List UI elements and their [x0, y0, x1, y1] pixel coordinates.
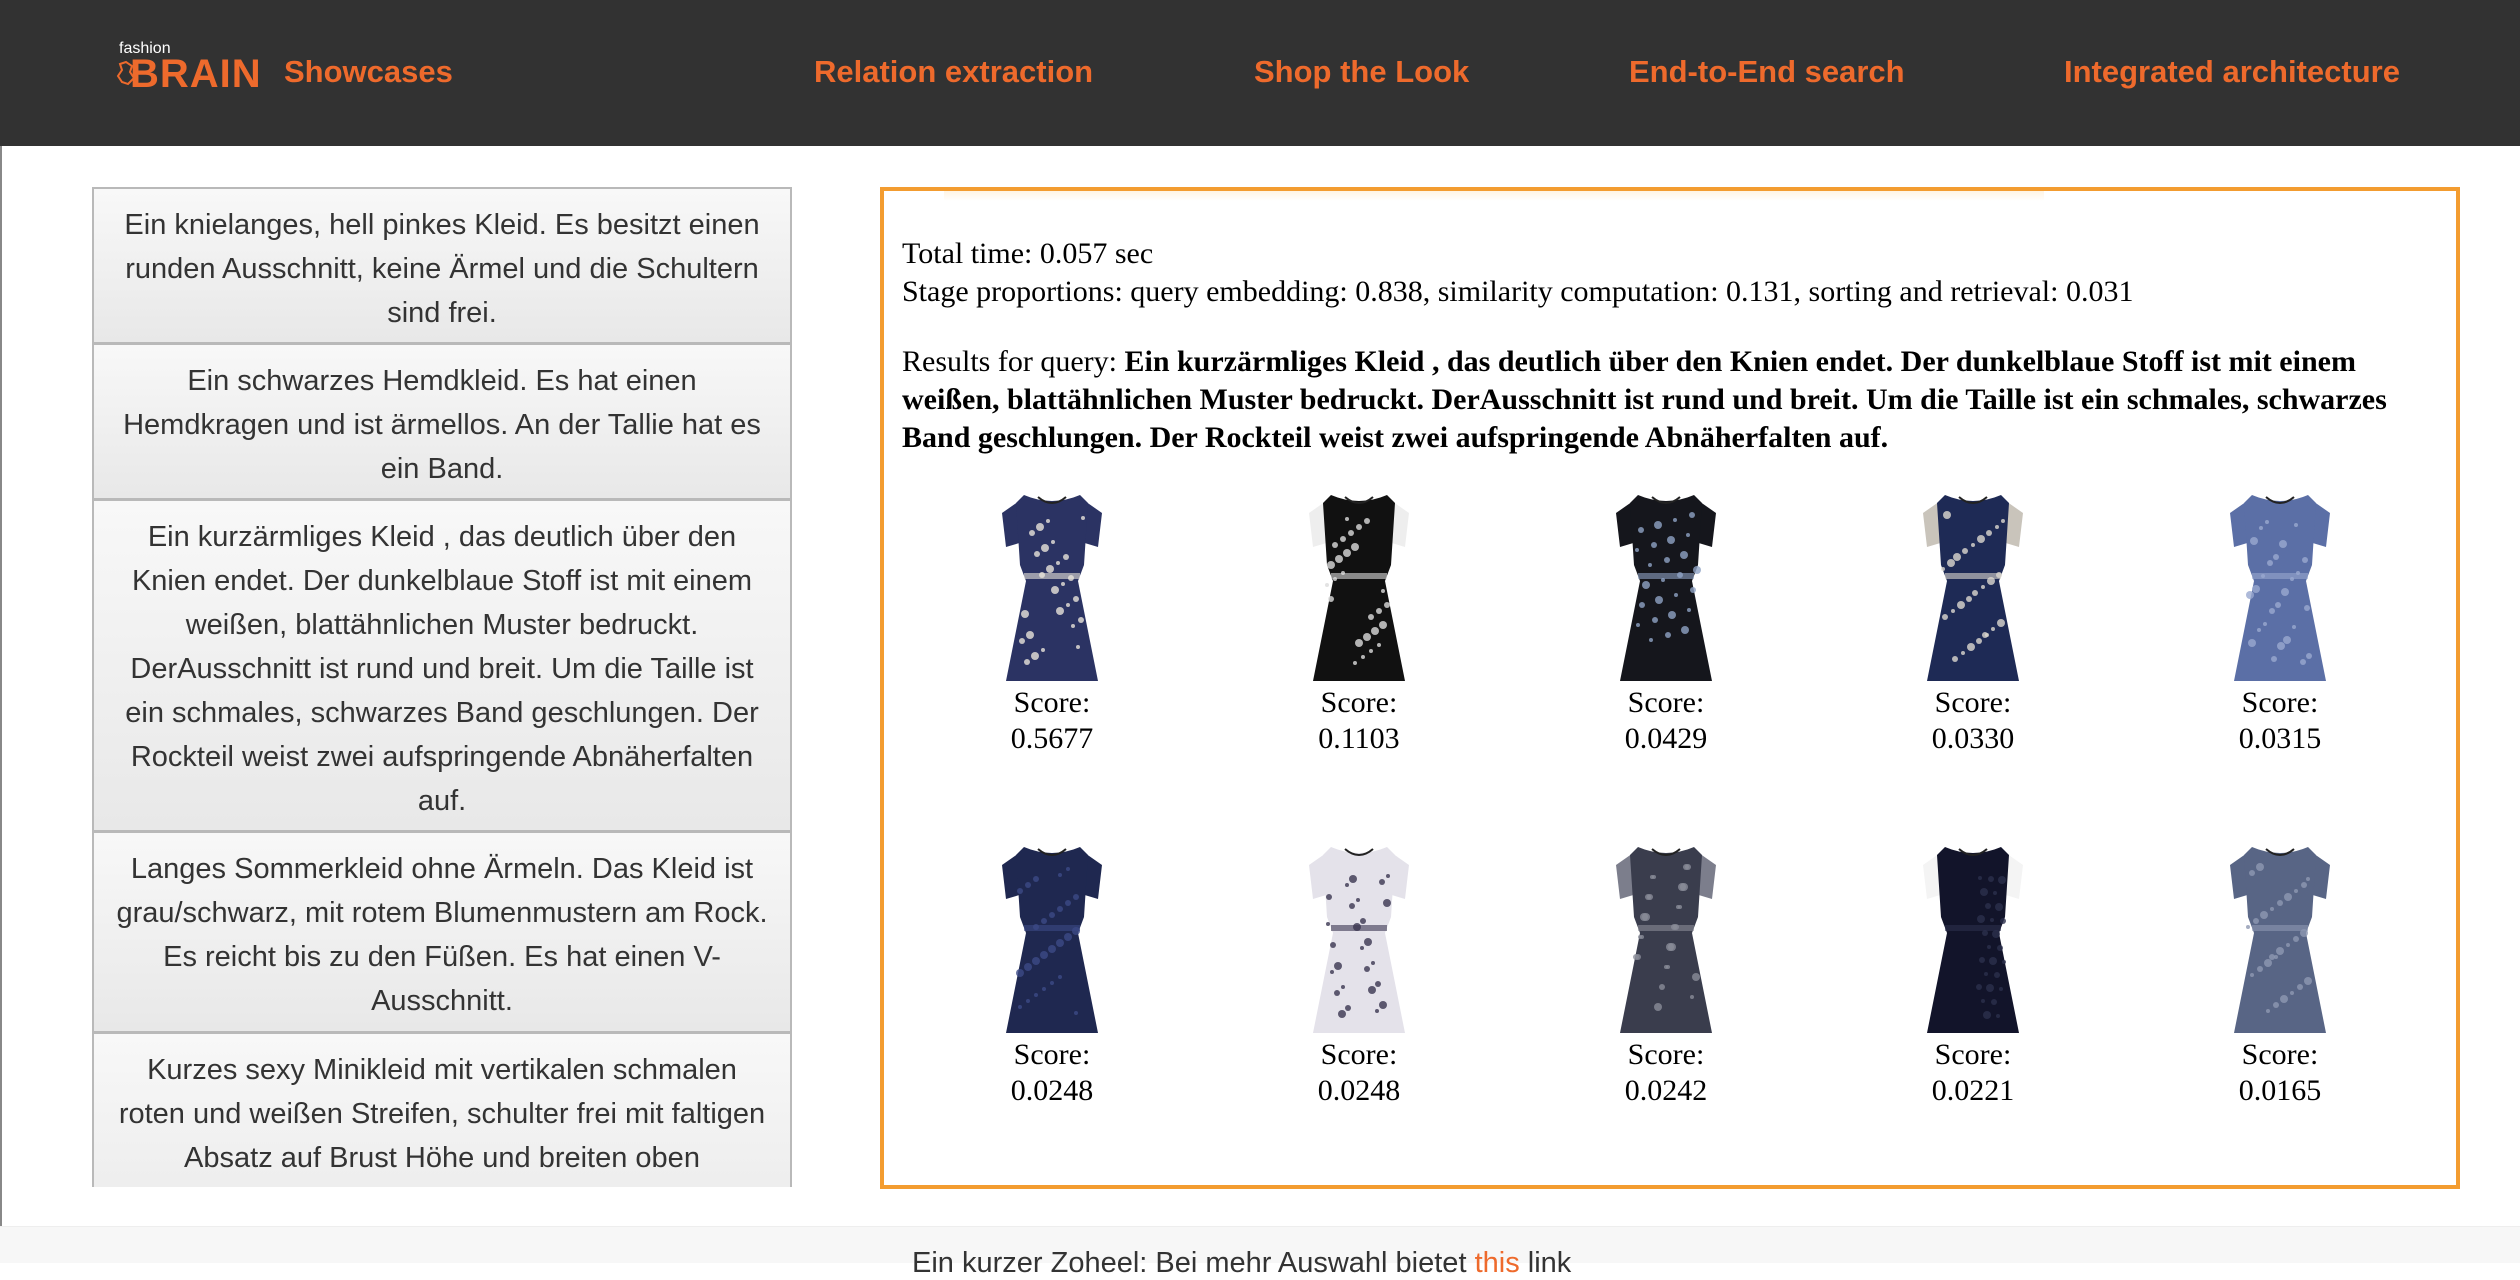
footer-link[interactable]: this	[1475, 1247, 1520, 1279]
score-value: 0.0165	[2238, 1074, 2322, 1107]
score-value: 0.0429	[1624, 722, 1708, 755]
panel-top-shadow	[944, 191, 2044, 201]
result-item[interactable]: Score: 0.5677	[952, 485, 1152, 757]
score-label: Score:	[1934, 686, 2012, 719]
nav-shop-the-look[interactable]: Shop the Look	[1254, 50, 1469, 94]
score-label: Score:	[2241, 1038, 2319, 1071]
score-value: 0.0248	[1010, 1074, 1094, 1107]
description-item-selected[interactable]: Ein kurzärmliges Kleid , das deutlich üb…	[92, 499, 792, 832]
score-label: Score:	[1320, 1038, 1398, 1071]
result-item[interactable]: Score: 0.0330	[1873, 485, 2073, 757]
dress-image	[1923, 495, 2023, 681]
footer-text: Ein kurzer Zoheel: Bei mehr Auswahl biet…	[912, 1246, 1571, 1280]
query-heading: Results for query: Ein kurzärmliges Klei…	[902, 343, 2442, 457]
result-item[interactable]: Score: 0.0221	[1873, 837, 2073, 1109]
nav-showcases[interactable]: Showcases	[284, 50, 453, 94]
query-text: Ein kurzärmliges Kleid , das deutlich üb…	[902, 345, 2387, 454]
query-prefix: Results for query:	[902, 345, 1125, 378]
dress-image	[2230, 847, 2330, 1033]
score-value: 0.0315	[2238, 722, 2322, 755]
nav-integrated-architecture[interactable]: Integrated architecture	[2064, 50, 2400, 94]
footer-text-before: Ein kurzer Zoheel: Bei mehr Auswahl biet…	[912, 1247, 1475, 1279]
score-value: 0.0248	[1317, 1074, 1401, 1107]
description-item[interactable]: Ein knielanges, hell pinkes Kleid. Es be…	[92, 187, 792, 344]
description-item[interactable]: Ein schwarzes Hemdkleid. Es hat einen He…	[92, 343, 792, 500]
dress-image	[1002, 495, 1102, 681]
result-item[interactable]: Score: 0.0248	[952, 837, 1152, 1109]
score-label: Score:	[1627, 686, 1705, 719]
score-value: 0.0242	[1624, 1074, 1708, 1107]
score-label: Score:	[1627, 1038, 1705, 1071]
score-label: Score:	[1934, 1038, 2012, 1071]
footer-text-after: link	[1519, 1247, 1572, 1279]
score-value: 0.0330	[1931, 722, 2015, 755]
query-description-list[interactable]: Ein knielanges, hell pinkes Kleid. Es be…	[92, 187, 792, 1187]
stage-proportions: Stage proportions: query embedding: 0.83…	[902, 275, 2134, 308]
results-panel: Total time: 0.057 sec Stage proportions:…	[880, 187, 2460, 1189]
score-label: Score:	[1320, 686, 1398, 719]
fashionbrain-logo[interactable]: fashion BRAIN	[116, 40, 266, 96]
score-value: 0.1103	[1318, 722, 1400, 755]
score-label: Score:	[2241, 686, 2319, 719]
description-item[interactable]: Langes Sommerkleid ohne Ärmeln. Das Klei…	[92, 831, 792, 1033]
result-item[interactable]: Score: 0.0165	[2180, 837, 2380, 1109]
dress-image	[1616, 847, 1716, 1033]
window-left-edge	[0, 0, 2, 1262]
dress-image	[1309, 495, 1409, 681]
dress-image	[1002, 847, 1102, 1033]
navbar: fashion BRAIN Showcases Relation extract…	[0, 0, 2520, 146]
result-item[interactable]: Score: 0.1103	[1259, 485, 1459, 757]
dress-image	[1309, 847, 1409, 1033]
dress-image	[1616, 495, 1716, 681]
brand-brain-text: BRAIN	[130, 52, 262, 96]
dress-image	[1923, 847, 2023, 1033]
result-item[interactable]: Score: 0.0248	[1259, 837, 1459, 1109]
nav-relation-extraction[interactable]: Relation extraction	[814, 50, 1093, 94]
score-label: Score:	[1013, 1038, 1091, 1071]
total-time: Total time: 0.057 sec	[902, 237, 1154, 270]
result-item[interactable]: Score: 0.0315	[2180, 485, 2380, 757]
score-value: 0.5677	[1010, 722, 1094, 755]
score-label: Score:	[1013, 686, 1091, 719]
nav-end-to-end-search[interactable]: End-to-End search	[1629, 50, 1905, 94]
result-item[interactable]: Score: 0.0242	[1566, 837, 1766, 1109]
dress-image	[2230, 495, 2330, 681]
result-item[interactable]: Score: 0.0429	[1566, 485, 1766, 757]
description-item[interactable]: Kurzes sexy Minikleid mit vertikalen sch…	[92, 1032, 792, 1187]
score-value: 0.0221	[1931, 1074, 2015, 1107]
timing-info: Total time: 0.057 sec Stage proportions:…	[902, 235, 2442, 311]
